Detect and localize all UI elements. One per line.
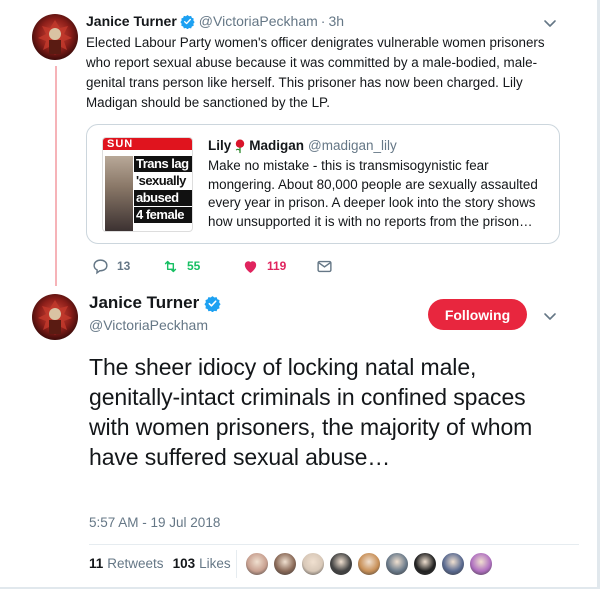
avatar-icon <box>38 300 72 335</box>
tweet-text: Elected Labour Party women's officer den… <box>86 35 545 110</box>
retweets-count: 11 <box>89 556 104 571</box>
following-button[interactable]: Following <box>428 299 527 330</box>
retweet-count: 55 <box>187 259 201 273</box>
liker-avatar[interactable] <box>469 552 493 576</box>
liker-avatar[interactable] <box>385 552 409 576</box>
retweet-button[interactable]: 55 <box>162 256 200 276</box>
quoted-author-first: Lily <box>208 138 232 153</box>
author-name[interactable]: Janice Turner <box>86 12 177 30</box>
retweets-stat[interactable]: 11 Retweets <box>89 555 164 573</box>
avatar[interactable] <box>32 14 78 60</box>
author-name[interactable]: Janice Turner <box>89 292 225 314</box>
liker-avatar[interactable] <box>441 552 465 576</box>
newspaper-photo <box>105 156 133 231</box>
quoted-author-last: Madigan <box>249 138 305 153</box>
liker-avatar[interactable] <box>413 552 437 576</box>
quoted-tweet-text: Make no mistake - this is transmisogynis… <box>208 158 538 229</box>
reply-button[interactable]: 13 <box>92 256 130 276</box>
headline-line: abused <box>134 190 192 206</box>
retweets-label: Retweets <box>107 556 164 571</box>
envelope-icon <box>317 260 332 272</box>
verified-icon <box>180 14 195 29</box>
rose-icon <box>236 138 245 153</box>
newspaper-masthead: SUN <box>103 138 192 150</box>
heart-icon <box>244 260 257 273</box>
likes-count: 103 <box>172 556 196 571</box>
author-handle[interactable]: @VictoriaPeckham <box>199 12 318 30</box>
avatar[interactable] <box>32 294 78 340</box>
headline-line: Trans lag <box>134 156 192 172</box>
quoted-tweet-header: Lily Madigan @madigan_lily <box>208 137 397 155</box>
stats-separator <box>236 550 237 578</box>
reply-icon <box>93 258 108 274</box>
liker-avatars <box>245 552 497 576</box>
liker-avatar[interactable] <box>301 552 325 576</box>
direct-message-button[interactable] <box>316 256 341 276</box>
tweet-header: Janice Turner @VictoriaPeckham · 3h <box>86 12 344 30</box>
retweet-icon <box>164 260 177 272</box>
headline-line: 'sexually <box>134 173 192 189</box>
like-button[interactable]: 119 <box>242 256 286 276</box>
liker-avatar[interactable] <box>357 552 381 576</box>
like-count: 119 <box>267 259 287 273</box>
verified-icon <box>204 295 221 312</box>
liker-avatar[interactable] <box>329 552 353 576</box>
liker-avatar[interactable] <box>245 552 269 576</box>
separator: · <box>320 13 326 29</box>
divider <box>89 544 579 545</box>
tweet-thread: Janice Turner @VictoriaPeckham · 3h Elec… <box>0 0 600 589</box>
likes-stat[interactable]: 103 Likes <box>173 555 231 573</box>
quoted-tweet-card[interactable]: SUN Trans lag 'sexually abused 4 female … <box>86 124 560 244</box>
author-name-text: Janice Turner <box>89 293 200 312</box>
author-handle[interactable]: @VictoriaPeckham <box>89 316 208 334</box>
thread-connector <box>55 66 57 286</box>
liker-avatar[interactable] <box>273 552 297 576</box>
reply-count: 13 <box>117 259 131 273</box>
tweet-timestamp[interactable]: 5:57 AM - 19 Jul 2018 <box>89 514 220 532</box>
quoted-tweet-thumbnail: SUN Trans lag 'sexually abused 4 female <box>102 137 193 232</box>
chevron-down-icon[interactable] <box>542 15 558 31</box>
tweet-text: The sheer idiocy of locking natal male, … <box>89 354 533 470</box>
quoted-author-handle: @madigan_lily <box>308 138 397 153</box>
tweet-stats: 11 Retweets 103 Likes <box>89 555 240 573</box>
avatar-icon <box>38 20 72 55</box>
chevron-down-icon[interactable] <box>542 308 558 324</box>
headline-line: 4 female <box>134 207 192 223</box>
tweet-time[interactable]: 3h <box>328 12 344 30</box>
newspaper-strip <box>103 150 192 155</box>
likes-label: Likes <box>199 556 231 571</box>
newspaper-headline: Trans lag 'sexually abused 4 female <box>134 156 192 224</box>
